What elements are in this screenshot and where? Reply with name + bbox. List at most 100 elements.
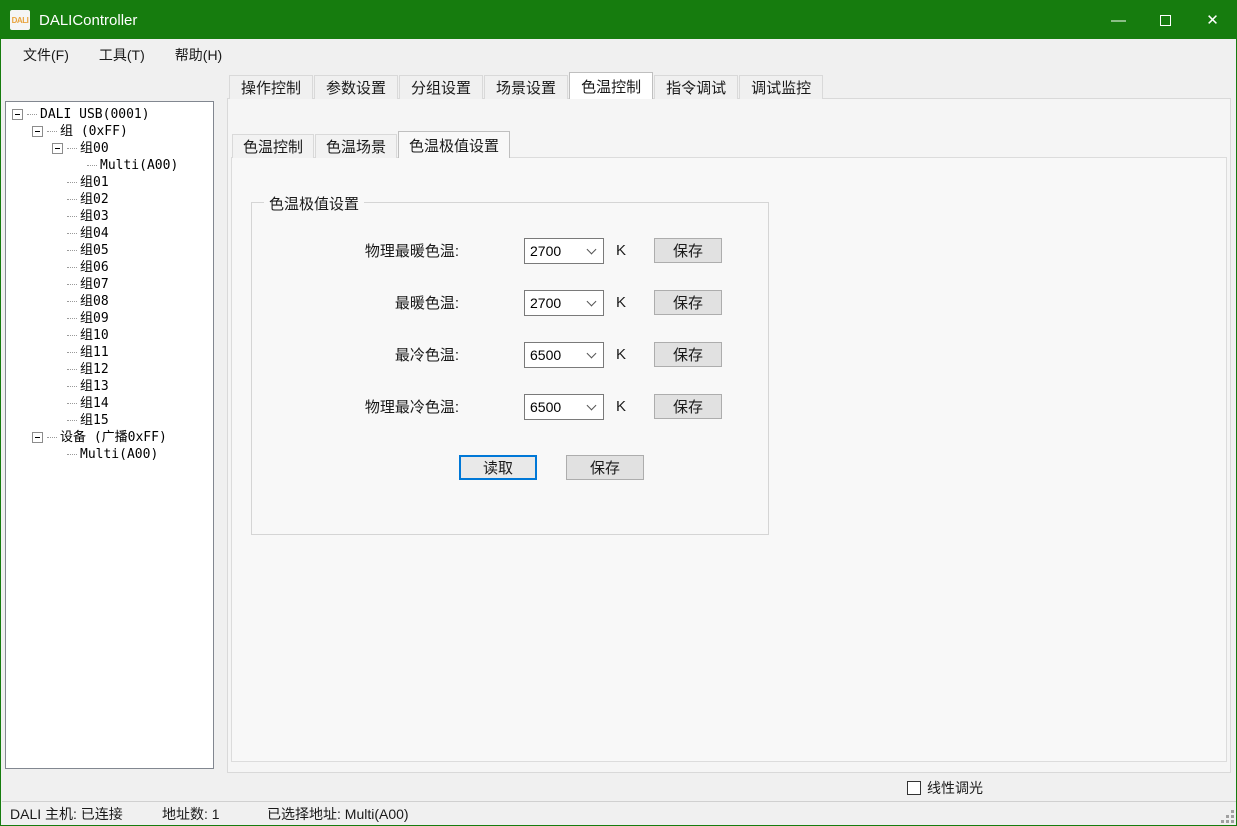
tree-connector <box>47 131 57 132</box>
main-tab[interactable]: 指令调试 <box>654 75 738 99</box>
main-tab[interactable]: 色温控制 <box>569 72 653 99</box>
tree-connector <box>67 182 77 183</box>
main-tab[interactable]: 调试监控 <box>739 75 823 99</box>
tree-connector <box>67 301 77 302</box>
tree-item[interactable]: 组 (0xFF) <box>6 123 213 140</box>
tree-item-label: 组08 <box>80 293 109 310</box>
row-save-button[interactable]: 保存 <box>654 238 722 263</box>
cct-value: 6500 <box>530 347 588 363</box>
chevron-down-icon <box>587 244 597 254</box>
collapse-icon[interactable] <box>52 143 63 154</box>
linear-dimming-checkbox[interactable] <box>907 781 921 795</box>
app-icon: DALI <box>10 10 30 30</box>
tree-item[interactable]: 组14 <box>6 395 213 412</box>
cct-limits-groupbox: 色温极值设置 物理最暖色温: 2700 K 保存 <box>251 202 769 535</box>
tree-item-label: Multi(A00) <box>100 157 178 174</box>
tree-connector <box>67 267 77 268</box>
groupbox-buttons: 读取 保存 <box>252 455 768 480</box>
sub-tab[interactable]: 色温控制 <box>232 134 314 158</box>
status-host-connection: DALI 主机: 已连接 <box>10 804 123 824</box>
tree-connector <box>67 199 77 200</box>
tree-item[interactable]: 组01 <box>6 174 213 191</box>
window-title: DALIController <box>39 12 137 29</box>
tree-connector <box>67 216 77 217</box>
unit-label: K <box>616 398 630 415</box>
tree-connector <box>27 114 37 115</box>
device-tree[interactable]: DALI USB(0001) 组 (0xFF) 组00 Multi(A00) <box>5 101 214 769</box>
titlebar: DALI DALIController — ✕ <box>1 1 1236 39</box>
collapse-icon[interactable] <box>12 109 23 120</box>
main-tab[interactable]: 操作控制 <box>229 75 313 99</box>
sub-tab-panel: 色温极值设置 物理最暖色温: 2700 K 保存 <box>231 157 1227 762</box>
row-save-button[interactable]: 保存 <box>654 290 722 315</box>
tree-item[interactable]: 组12 <box>6 361 213 378</box>
tree-item-label: 设备 (广播0xFF) <box>60 429 167 446</box>
tree-item[interactable]: 组07 <box>6 276 213 293</box>
chevron-down-icon <box>587 400 597 410</box>
row-save-button[interactable]: 保存 <box>654 342 722 367</box>
tree-item[interactable]: 组10 <box>6 327 213 344</box>
tree-connector <box>67 233 77 234</box>
chevron-down-icon <box>587 348 597 358</box>
tree-item[interactable]: 组11 <box>6 344 213 361</box>
minimize-button[interactable]: — <box>1095 1 1142 39</box>
tree-connector <box>67 148 77 149</box>
main-tab[interactable]: 场景设置 <box>484 75 568 99</box>
tree-item[interactable]: Multi(A00) <box>6 446 213 463</box>
resize-grip-icon[interactable] <box>1222 811 1234 823</box>
cct-value-combobox[interactable]: 6500 <box>524 394 604 420</box>
tree-item-label: 组02 <box>80 191 109 208</box>
tree-item[interactable]: DALI USB(0001) <box>6 106 213 123</box>
tree-item[interactable]: 组09 <box>6 310 213 327</box>
cct-limit-label: 物理最暖色温: <box>252 240 459 261</box>
tree-connector <box>67 403 77 404</box>
collapse-icon[interactable] <box>32 432 43 443</box>
unit-label: K <box>616 294 630 311</box>
cct-value: 2700 <box>530 295 588 311</box>
tree-item-label: 组09 <box>80 310 109 327</box>
menu-item[interactable]: 文件(F) <box>8 40 84 70</box>
tree-item[interactable]: 组03 <box>6 208 213 225</box>
tree-item[interactable]: 组13 <box>6 378 213 395</box>
groupbox-title: 色温极值设置 <box>264 193 364 214</box>
status-selected-address: 已选择地址: Multi(A00) <box>267 804 409 824</box>
close-button[interactable]: ✕ <box>1189 1 1236 39</box>
menubar: 文件(F) 工具(T) 帮助(H) <box>2 39 1237 71</box>
tree-item[interactable]: 组04 <box>6 225 213 242</box>
tree-connector <box>47 437 57 438</box>
unit-label: K <box>616 346 630 363</box>
tree-item-label: 组01 <box>80 174 109 191</box>
save-all-button[interactable]: 保存 <box>566 455 644 480</box>
cct-limit-row: 物理最暖色温: 2700 K 保存 <box>252 237 768 264</box>
main-tab[interactable]: 参数设置 <box>314 75 398 99</box>
maximize-button[interactable] <box>1142 1 1189 39</box>
tree-item[interactable]: 设备 (广播0xFF) <box>6 429 213 446</box>
minimize-icon: — <box>1111 12 1126 29</box>
close-icon: ✕ <box>1206 11 1219 29</box>
maximize-icon <box>1160 15 1171 26</box>
read-button[interactable]: 读取 <box>459 455 537 480</box>
row-save-button[interactable]: 保存 <box>654 394 722 419</box>
tree-item-label: 组14 <box>80 395 109 412</box>
tree-item[interactable]: 组02 <box>6 191 213 208</box>
tree-item[interactable]: Multi(A00) <box>6 157 213 174</box>
tree-item[interactable]: 组05 <box>6 242 213 259</box>
cct-limit-row: 最暖色温: 2700 K 保存 <box>252 289 768 316</box>
tree-item[interactable]: 组08 <box>6 293 213 310</box>
main-tab[interactable]: 分组设置 <box>399 75 483 99</box>
menu-item[interactable]: 工具(T) <box>84 40 160 70</box>
tree-item[interactable]: 组15 <box>6 412 213 429</box>
cct-value-combobox[interactable]: 6500 <box>524 342 604 368</box>
menu-item[interactable]: 帮助(H) <box>160 40 237 70</box>
status-address-count: 地址数: 1 <box>162 804 220 824</box>
cct-value-combobox[interactable]: 2700 <box>524 238 604 264</box>
tree-item[interactable]: 组06 <box>6 259 213 276</box>
cct-limit-label: 最冷色温: <box>252 344 459 365</box>
sub-tab[interactable]: 色温场景 <box>315 134 397 158</box>
tree-item-label: DALI USB(0001) <box>40 106 150 123</box>
tree-item-label: 组11 <box>80 344 109 361</box>
sub-tab[interactable]: 色温极值设置 <box>398 131 510 158</box>
collapse-icon[interactable] <box>32 126 43 137</box>
cct-value-combobox[interactable]: 2700 <box>524 290 604 316</box>
tree-item[interactable]: 组00 <box>6 140 213 157</box>
